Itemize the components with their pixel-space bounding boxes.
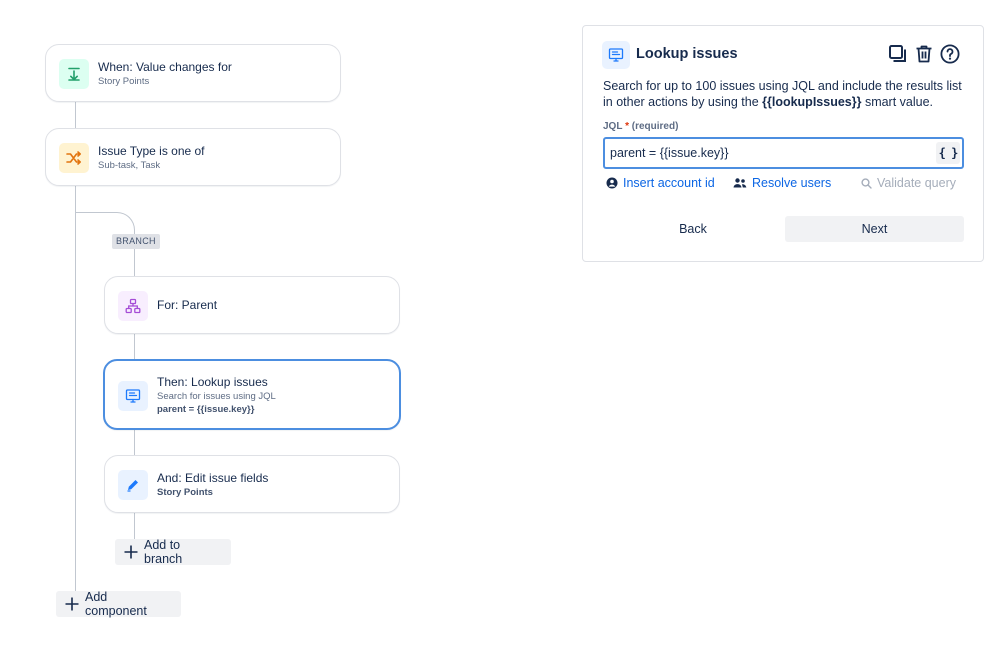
duplicate-icon[interactable]	[886, 42, 910, 66]
lookup-issues-card[interactable]: Then: Lookup issues Search for issues us…	[103, 359, 401, 430]
lookup-issues-panel: Lookup issues Search for up to 100 issue…	[582, 25, 984, 262]
user-circle-icon	[606, 177, 618, 189]
jql-field: { }	[603, 137, 964, 169]
monitor-icon	[118, 381, 148, 411]
add-component-label: Add component	[85, 590, 147, 618]
branch-label: BRANCH	[112, 234, 160, 249]
trash-icon[interactable]	[912, 42, 936, 66]
plus-icon	[124, 545, 138, 559]
smart-value-picker-button[interactable]: { }	[936, 142, 960, 164]
required-text: (required)	[631, 121, 679, 132]
pencil-icon	[118, 470, 148, 500]
edit-subtitle: Story Points	[157, 487, 213, 498]
resolve-users-link[interactable]: Resolve users	[733, 176, 831, 190]
lookup-title: Then: Lookup issues	[157, 375, 268, 389]
monitor-icon	[602, 41, 630, 69]
add-component-button[interactable]: Add component	[56, 590, 181, 618]
plus-icon	[65, 597, 79, 611]
description-tail: smart value.	[861, 95, 934, 109]
add-to-branch-button[interactable]: Add to branch	[115, 538, 231, 566]
back-button[interactable]: Back	[604, 216, 782, 242]
condition-shuffle-icon	[59, 143, 89, 173]
required-mark: *	[625, 121, 629, 132]
help-icon[interactable]	[938, 42, 962, 66]
flow-connector	[75, 101, 76, 129]
insert-account-id-link[interactable]: Insert account id	[606, 176, 715, 190]
trigger-card[interactable]: When: Value changes for Story Points	[45, 44, 341, 102]
jql-label-text: JQL	[603, 121, 623, 132]
jql-label: JQL * (required)	[603, 121, 678, 132]
lookup-jql-detail: parent = {{issue.key}}	[157, 404, 255, 415]
smart-value: {{lookupIssues}}	[762, 95, 862, 109]
field-change-icon	[59, 59, 89, 89]
people-icon	[733, 177, 747, 189]
trigger-subtitle: Story Points	[98, 76, 150, 87]
validate-query-label: Validate query	[877, 176, 956, 190]
condition-card[interactable]: Issue Type is one of Sub-task, Task	[45, 128, 341, 186]
panel-title: Lookup issues	[636, 46, 738, 62]
trigger-title: When: Value changes for	[98, 60, 232, 74]
validate-query-link[interactable]: Validate query	[861, 176, 956, 190]
resolve-users-label: Resolve users	[752, 176, 832, 190]
edit-title: And: Edit issue fields	[157, 471, 269, 485]
insert-account-id-label: Insert account id	[623, 176, 715, 190]
add-to-branch-label: Add to branch	[144, 538, 183, 566]
branch-for-title: For: Parent	[157, 298, 218, 312]
condition-subtitle: Sub-task, Task	[98, 160, 161, 171]
panel-description: Search for up to 100 issues using JQL an…	[603, 78, 968, 110]
hierarchy-icon	[118, 291, 148, 321]
condition-title: Issue Type is one of	[98, 144, 205, 158]
jql-input[interactable]	[605, 139, 935, 167]
edit-fields-card[interactable]: And: Edit issue fields Story Points	[104, 455, 400, 513]
lookup-subtitle: Search for issues using JQL	[157, 391, 276, 402]
next-button[interactable]: Next	[785, 216, 964, 242]
search-icon	[861, 177, 872, 189]
branch-for-card[interactable]: For: Parent	[104, 276, 400, 334]
flow-connector	[75, 185, 76, 595]
